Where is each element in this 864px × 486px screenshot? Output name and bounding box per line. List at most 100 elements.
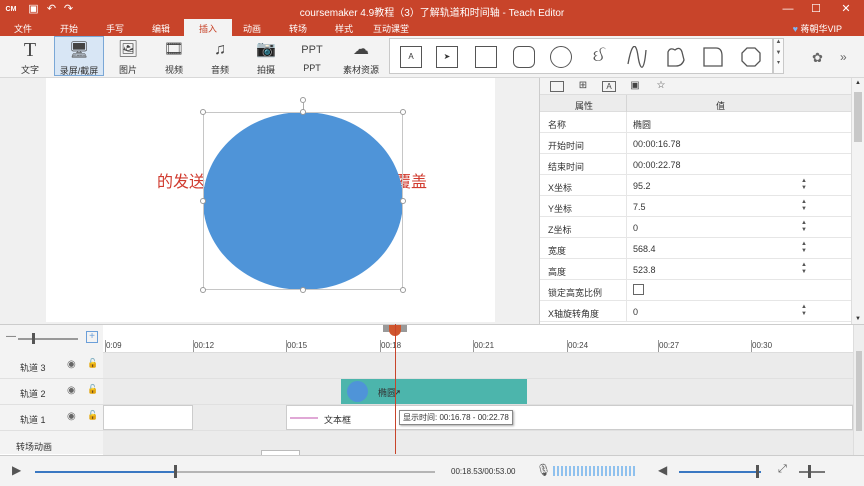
property-value[interactable]: 00:00:16.78 — [633, 139, 681, 149]
property-row-z[interactable]: Z坐标 0 ▲ ▼ — [540, 217, 852, 238]
scroll-down-icon[interactable]: ▼ — [774, 50, 783, 56]
material-button[interactable]: ☁ 素材资源 — [339, 36, 383, 76]
property-value[interactable]: 95.2 — [633, 181, 651, 191]
scroll-up-icon[interactable]: ▲ — [774, 39, 783, 45]
property-value[interactable]: 523.8 — [633, 265, 656, 275]
prev-clip[interactable] — [103, 405, 193, 430]
spinner-icon[interactable]: ▲ ▼ — [801, 304, 807, 318]
collapse-ribbon-icon[interactable]: » — [840, 50, 847, 64]
resize-handle-tc[interactable] — [300, 109, 306, 115]
scroll-up-icon[interactable]: ▲ — [852, 80, 864, 86]
property-row-height[interactable]: 高度 523.8 ▲ ▼ — [540, 259, 852, 280]
video-button[interactable]: 🎞 视频 — [152, 36, 196, 76]
textbox-shape-icon[interactable]: A — [400, 46, 422, 68]
menu-insert[interactable]: 插入 — [184, 19, 233, 36]
play-icon[interactable]: ▶ — [12, 463, 21, 477]
property-row-x[interactable]: X坐标 95.2 ▲ ▼ — [540, 175, 852, 196]
property-row-lock-ratio[interactable]: 锁定高宽比例 — [540, 280, 852, 301]
menu-file[interactable]: 文件 — [14, 22, 32, 35]
property-value[interactable]: 7.5 — [633, 202, 646, 212]
lock-icon[interactable]: 🔓 — [87, 410, 98, 421]
scroll-thumb[interactable] — [854, 92, 862, 142]
resize-handle-tl[interactable] — [200, 109, 206, 115]
media-tab-icon[interactable]: ▣ — [628, 80, 642, 93]
zoom-slider[interactable] — [18, 338, 78, 340]
property-value[interactable]: 00:00:22.78 — [633, 160, 681, 170]
property-row-x-rotation[interactable]: X轴旋转角度 0 ▲ ▼ — [540, 301, 852, 322]
eye-icon[interactable]: ◉ — [67, 385, 76, 396]
callout-shape-icon[interactable]: ➤ — [436, 46, 458, 68]
menu-style[interactable]: 样式 — [335, 22, 353, 35]
volume-slider[interactable] — [679, 471, 761, 473]
rounded-rect-shape-icon[interactable] — [513, 46, 535, 68]
star-tab-icon[interactable]: ☆ — [654, 80, 668, 93]
screen-record-button[interactable]: 🖥 录屏/截屏 — [54, 36, 104, 76]
spinner-icon[interactable]: ▲ ▼ — [801, 262, 807, 276]
user-vip[interactable]: ♥ 蒋朝华VIP — [793, 22, 842, 35]
spinner-icon[interactable]: ▲ ▼ — [801, 199, 807, 213]
shape-gallery-scroll[interactable]: ▲ ▼ ▾ — [773, 38, 784, 74]
property-row-width[interactable]: 宽度 568.4 ▲ ▼ — [540, 238, 852, 259]
menu-interactive[interactable]: 互动课堂 — [373, 22, 409, 35]
property-value[interactable]: 0 — [633, 307, 638, 317]
ellipse-clip[interactable]: 椭圆 — [341, 379, 527, 404]
eye-icon[interactable]: ◉ — [67, 411, 76, 422]
resize-handle-mr[interactable] — [400, 198, 406, 204]
rectangle-shape-icon[interactable] — [475, 46, 497, 68]
properties-scrollbar[interactable]: ▲ ▼ — [851, 78, 864, 324]
text-tab-icon[interactable]: A — [602, 81, 616, 92]
progress-thumb[interactable] — [174, 465, 177, 478]
scroll-down-icon[interactable]: ▼ — [855, 316, 861, 322]
property-row-y[interactable]: Y坐标 7.5 ▲ ▼ — [540, 196, 852, 217]
expand-icon[interactable]: ▾ — [774, 59, 783, 66]
camera-button[interactable]: 📷 拍摄 — [244, 36, 288, 76]
spinner-icon[interactable]: ▲ ▼ — [801, 241, 807, 255]
volume-thumb[interactable] — [756, 465, 759, 478]
lock-icon[interactable]: 🔓 — [87, 384, 98, 395]
resize-handle-ml[interactable] — [200, 198, 206, 204]
left-text[interactable]: 的发送 — [157, 168, 205, 192]
track-lane[interactable] — [103, 353, 853, 378]
property-row-end[interactable]: 结束时间 00:00:22.78 — [540, 154, 852, 175]
track-lane[interactable] — [103, 431, 853, 455]
speed-thumb[interactable] — [808, 465, 811, 478]
resize-handle-bc[interactable] — [300, 287, 306, 293]
ppt-button[interactable]: PPT PPT — [290, 36, 334, 76]
textbox-clip[interactable]: 文本框 — [286, 405, 853, 430]
resize-handle-tr[interactable] — [400, 109, 406, 115]
zoom-slider-thumb[interactable] — [32, 333, 35, 344]
menu-edit[interactable]: 编辑 — [152, 22, 170, 35]
wave-shape-icon[interactable] — [626, 46, 648, 68]
window-tab-icon[interactable] — [550, 81, 564, 92]
spinner-icon[interactable]: ▲ ▼ — [801, 178, 807, 192]
resize-handle-bl[interactable] — [200, 287, 206, 293]
menu-handwrite[interactable]: 手写 — [106, 22, 124, 35]
minimize-button[interactable]: — — [776, 1, 800, 18]
property-value[interactable]: 0 — [633, 223, 638, 233]
menu-start[interactable]: 开始 — [60, 22, 78, 35]
audio-button[interactable]: ♫ 音频 — [198, 36, 242, 76]
text-button[interactable]: T 文字 — [8, 36, 52, 76]
ellipse-shape-icon[interactable] — [550, 46, 572, 68]
property-value[interactable]: 568.4 — [633, 244, 656, 254]
menu-transition[interactable]: 转场 — [289, 22, 307, 35]
lock-ratio-checkbox[interactable] — [633, 284, 644, 295]
zoom-in-icon[interactable]: + — [86, 331, 98, 343]
lock-icon[interactable]: 🔓 — [87, 358, 98, 369]
settings-icon[interactable]: ✿ — [812, 50, 823, 66]
track-lane[interactable]: 椭圆 — [103, 379, 853, 404]
time-ruler[interactable]: 0:09 00:12 00:15 00:18 00:21 00:24 00:27… — [103, 325, 853, 353]
tab-shape-icon[interactable] — [702, 46, 724, 68]
menu-animation[interactable]: 动画 — [243, 22, 261, 35]
octagon-shape-icon[interactable] — [740, 46, 762, 68]
grid-tab-icon[interactable]: ⊞ — [576, 80, 590, 93]
image-button[interactable]: 🖼 图片 — [106, 36, 150, 76]
zoom-out-icon[interactable]: — — [6, 331, 16, 342]
scroll-thumb[interactable] — [856, 351, 862, 431]
volume-icon[interactable]: ◀ — [658, 463, 667, 477]
spinner-icon[interactable]: ▲ ▼ — [801, 220, 807, 234]
slide-canvas[interactable]: 的发送 覆盖 — [46, 78, 495, 322]
freeform-shape-icon[interactable]: ઈ — [588, 46, 610, 68]
property-value[interactable]: 椭圆 — [633, 118, 651, 131]
speed-slider[interactable] — [799, 471, 825, 473]
